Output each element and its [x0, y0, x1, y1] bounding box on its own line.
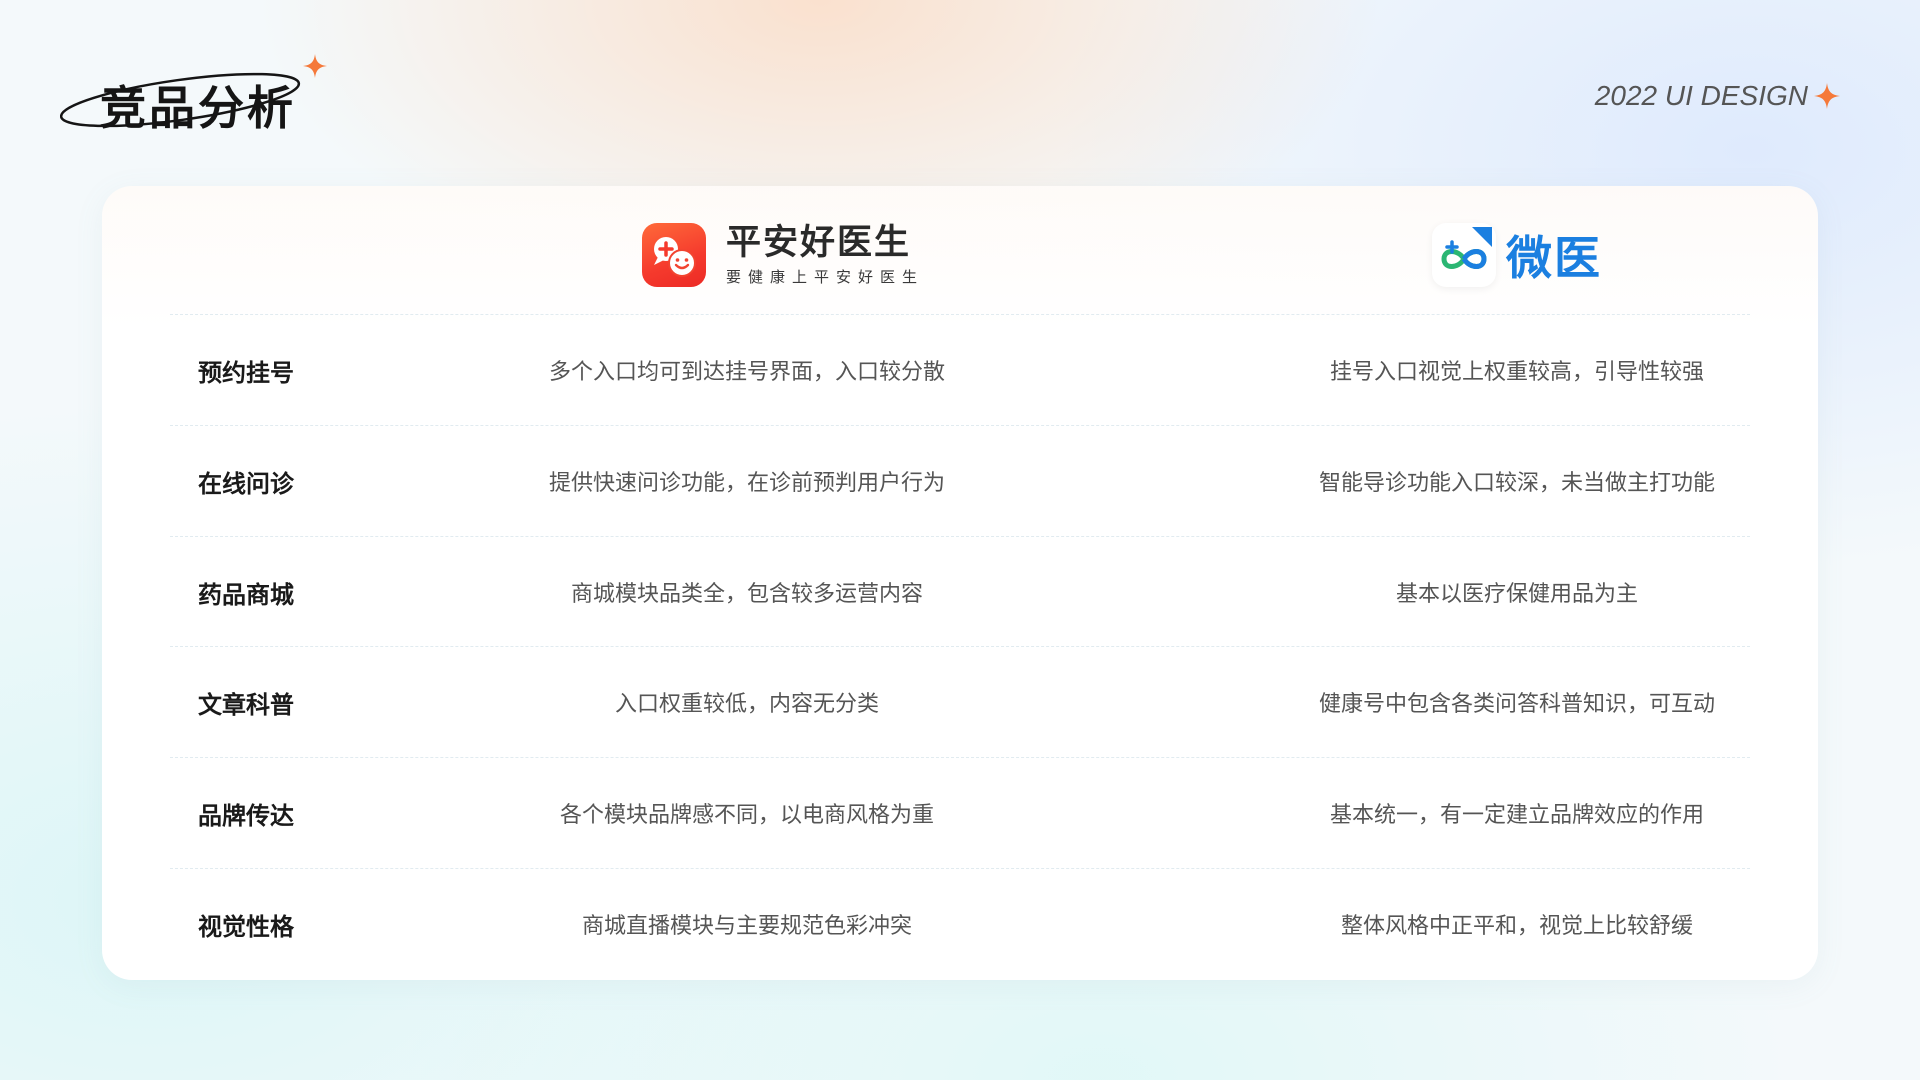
- pingan-slogan: 要健康上平安好医生: [726, 268, 925, 286]
- weiyi-logo: 微医: [1432, 222, 1602, 288]
- weiyi-cell: 挂号入口视觉上权重较高，引导性较强: [1329, 360, 1704, 385]
- pingan-cell: 各个模块品牌感不同，以电商风格为重: [559, 803, 934, 828]
- pingan-cell: 商城模块品类全，包含较多运营内容: [570, 582, 923, 607]
- weiyi-infinity-icon: [1432, 223, 1496, 287]
- pingan-chat-icon: [642, 222, 706, 287]
- table-row: 文章科普 入口权重较低，内容无分类 健康号中包含各类问答科普知识，可互动: [102, 647, 1818, 757]
- pingan-cell: 入口权重较低，内容无分类: [614, 692, 879, 717]
- row-label: 在线问诊: [198, 469, 294, 498]
- row-label: 视觉性格: [198, 912, 294, 941]
- pingan-cell: 多个入口均可到达挂号界面，入口较分散: [548, 360, 945, 385]
- row-label: 品牌传达: [198, 801, 294, 830]
- table-row: 药品商城 商城模块品类全，包含较多运营内容 基本以医疗保健用品为主: [102, 537, 1818, 647]
- weiyi-cell: 基本以医疗保健用品为主: [1395, 582, 1638, 607]
- weiyi-cell: 健康号中包含各类问答科普知识，可互动: [1318, 692, 1715, 717]
- table-row: 在线问诊 提供快速问诊功能，在诊前预判用户行为 智能导诊功能入口较深，未当做主打…: [102, 426, 1818, 536]
- row-label: 药品商城: [198, 580, 294, 609]
- design-tag: 2022 UI DESIGN: [1595, 80, 1840, 112]
- page-title: 竞品分析: [100, 81, 296, 135]
- comparison-card: 平安好医生 要健康上平安好医生 微医 预约挂号 多个入口均可到达挂号界面，入口较…: [102, 186, 1818, 980]
- weiyi-cell: 基本统一，有一定建立品牌效应的作用: [1329, 803, 1704, 828]
- pingan-cell: 商城直播模块与主要规范色彩冲突: [581, 914, 912, 939]
- sparkle-icon: [1814, 83, 1840, 109]
- weiyi-name: 微医: [1506, 231, 1602, 285]
- weiyi-cell: 整体风格中正平和，视觉上比较舒缓: [1340, 914, 1693, 939]
- row-label: 预约挂号: [198, 358, 294, 387]
- weiyi-cell: 智能导诊功能入口较深，未当做主打功能: [1318, 471, 1715, 496]
- row-label: 文章科普: [198, 690, 294, 719]
- design-tag-text: 2022 UI DESIGN: [1594, 80, 1808, 111]
- table-row: 预约挂号 多个入口均可到达挂号界面，入口较分散 挂号入口视觉上权重较高，引导性较…: [102, 315, 1818, 425]
- table-row: 视觉性格 商城直播模块与主要规范色彩冲突 整体风格中正平和，视觉上比较舒缓: [102, 869, 1818, 979]
- pingan-name: 平安好医生: [726, 223, 912, 263]
- sparkle-icon: [303, 54, 327, 78]
- page-title-block: 竞品分析: [60, 50, 350, 150]
- table-row: 品牌传达 各个模块品牌感不同，以电商风格为重 基本统一，有一定建立品牌效应的作用: [102, 758, 1818, 868]
- pingan-logo: 平安好医生 要健康上平安好医生: [642, 222, 924, 287]
- pingan-cell: 提供快速问诊功能，在诊前预判用户行为: [548, 471, 945, 496]
